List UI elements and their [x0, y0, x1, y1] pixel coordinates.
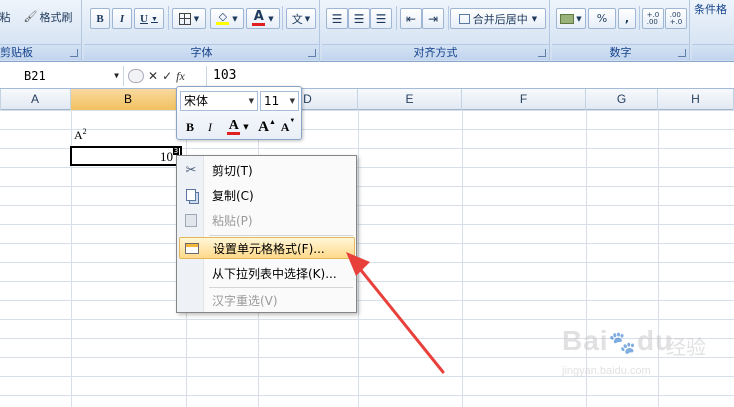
paw-icon: 🐾 — [608, 330, 637, 355]
baidu-jingyan-watermark: Bai🐾du 经验 jingyan.baidu.com — [562, 325, 706, 377]
